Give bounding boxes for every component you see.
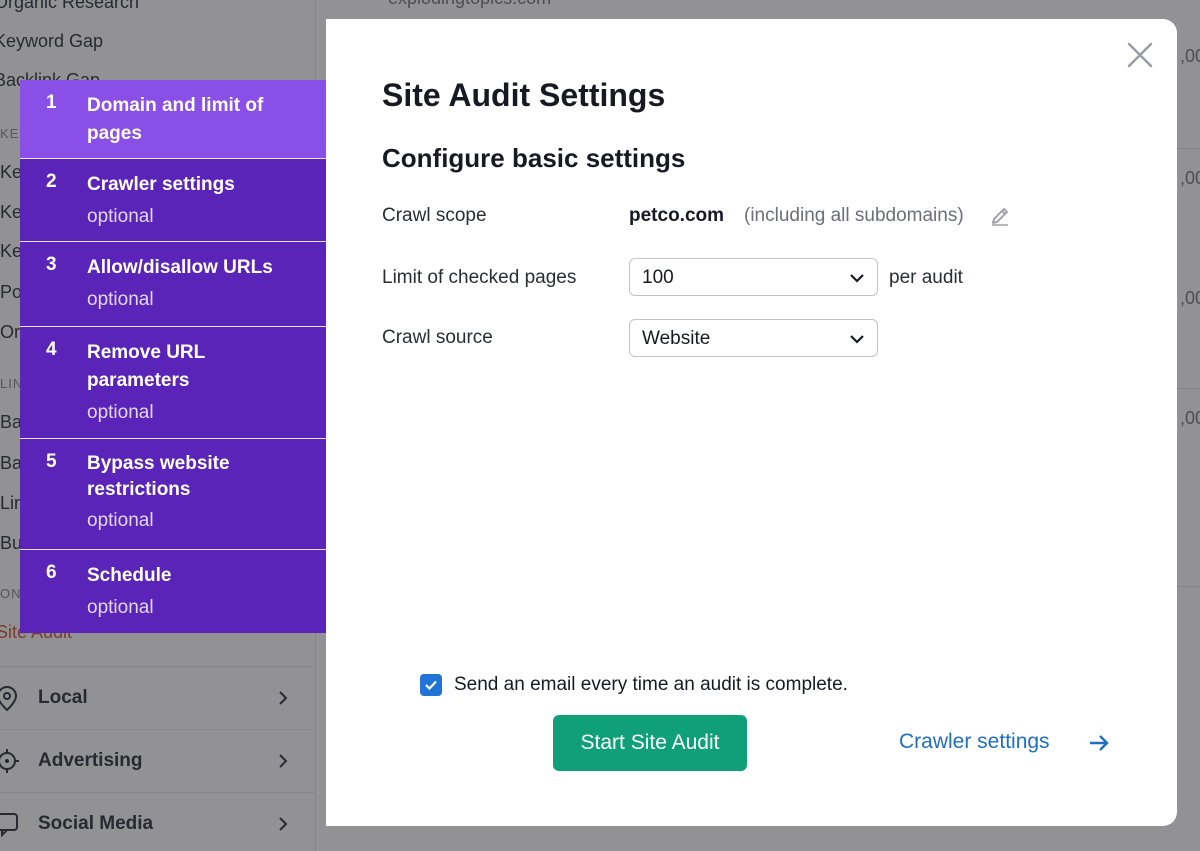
- step-optional-label: optional: [87, 289, 154, 310]
- step-number: 5: [46, 451, 57, 472]
- step-domain-and-limit[interactable]: 1 Domain and limit of pages: [20, 80, 326, 159]
- email-notification-checkbox[interactable]: [420, 674, 442, 696]
- check-icon: [425, 680, 437, 691]
- step-number: 6: [46, 562, 57, 583]
- step-schedule[interactable]: 6 Schedule optional: [20, 550, 326, 633]
- step-crawler-settings[interactable]: 2 Crawler settings optional: [20, 159, 326, 242]
- step-optional-label: optional: [87, 510, 154, 531]
- step-number: 1: [46, 92, 57, 113]
- step-bypass-website-restrictions[interactable]: 5 Bypass website restrictions optional: [20, 439, 326, 550]
- step-title: Allow/disallow URLs: [87, 257, 273, 278]
- settings-steps-panel: 1 Domain and limit of pages 2 Crawler se…: [20, 80, 326, 633]
- step-title: Domain and limit of pages: [87, 95, 264, 144]
- email-notification-label[interactable]: Send an email every time an audit is com…: [454, 674, 848, 696]
- crawl-scope-note: (including all subdomains): [744, 205, 964, 226]
- step-optional-label: optional: [87, 402, 154, 423]
- step-title: Bypass website restrictions: [87, 453, 230, 500]
- step-remove-url-parameters[interactable]: 4 Remove URL parameters optional: [20, 327, 326, 439]
- step-optional-label: optional: [87, 206, 154, 227]
- step-title: Crawler settings: [87, 174, 235, 195]
- crawl-source-label: Crawl source: [382, 327, 493, 348]
- crawler-settings-link[interactable]: Crawler settings: [899, 730, 1050, 754]
- limit-label: Limit of checked pages: [382, 267, 577, 288]
- step-title: Schedule: [87, 565, 172, 586]
- chevron-down-icon: [850, 335, 864, 344]
- modal-title: Site Audit Settings: [382, 77, 666, 113]
- arrow-right-icon[interactable]: [1088, 732, 1110, 754]
- step-number: 3: [46, 254, 57, 275]
- limit-suffix: per audit: [889, 267, 963, 288]
- step-optional-label: optional: [87, 597, 154, 618]
- pencil-icon[interactable]: [989, 205, 1011, 227]
- step-title: Remove URL parameters: [87, 342, 205, 391]
- crawl-scope-label: Crawl scope: [382, 205, 487, 226]
- step-number: 2: [46, 171, 57, 192]
- chevron-down-icon: [850, 274, 864, 283]
- crawl-source-value: Website: [642, 328, 711, 349]
- limit-select[interactable]: 100: [629, 258, 878, 296]
- section-title: Configure basic settings: [382, 143, 686, 173]
- crawl-scope-domain: petco.com: [629, 205, 725, 226]
- step-allow-disallow-urls[interactable]: 3 Allow/disallow URLs optional: [20, 242, 326, 327]
- step-number: 4: [46, 339, 57, 360]
- crawl-source-select[interactable]: Website: [629, 319, 878, 357]
- close-icon[interactable]: [1126, 41, 1154, 69]
- limit-select-value: 100: [642, 267, 674, 288]
- start-site-audit-button[interactable]: Start Site Audit: [553, 715, 747, 771]
- site-audit-settings-modal: Site Audit Settings Configure basic sett…: [326, 19, 1177, 826]
